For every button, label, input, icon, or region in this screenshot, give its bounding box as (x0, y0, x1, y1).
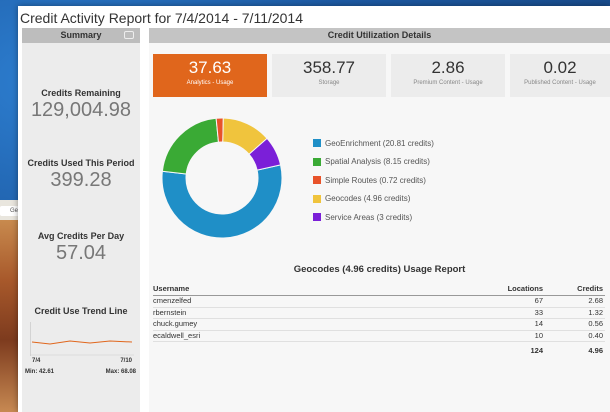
usage-table: Username Locations Credits cmenzelfed 67… (153, 282, 605, 357)
cell-total-credits: 4.96 (588, 346, 603, 355)
cell-username: cmenzelfed (153, 296, 192, 305)
cell-username: chuck.gumey (153, 319, 198, 328)
cell-locations: 10 (534, 330, 543, 340)
credits-used: Credits Used This Period 399.28 (22, 158, 140, 192)
cell-credits: 1.32 (588, 307, 603, 317)
metric-label: Credits Used This Period (27, 158, 135, 168)
legend-item-service-areas[interactable]: Service Areas (3 credits) (313, 208, 434, 227)
cell-credits: 0.40 (588, 330, 603, 340)
donut-slice-geoenrichment[interactable] (161, 164, 283, 239)
metric-value: 399.28 (50, 169, 112, 191)
tile-value: 2.86 (431, 58, 465, 77)
metric-value: 57.04 (55, 242, 107, 264)
legend-item-geoenrichment[interactable]: GeoEnrichment (20.81 credits) (313, 134, 434, 153)
summary-header: Summary (22, 28, 140, 43)
cell-username: ecaldwell_esri (153, 330, 201, 340)
summary-header-label: Summary (60, 30, 102, 40)
report-title: Credit Activity Report for 7/4/2014 - 7/… (20, 10, 304, 26)
tile-value: 358.77 (303, 58, 355, 77)
table-header-row: Username Locations Credits (153, 282, 605, 296)
legend-swatch (313, 194, 321, 203)
storage-tile[interactable]: 358.77 Storage (272, 54, 386, 97)
credit-usage-donut-chart (161, 117, 283, 239)
utilization-panel: Credit Utilization Details 37.63 Analyti… (149, 28, 610, 412)
avg-credits-per-day: Avg Credits Per Day 57.04 (22, 231, 140, 265)
tile-label: Premium Content - Usage (413, 80, 483, 86)
donut-slice-spatial-analysis[interactable] (161, 117, 220, 175)
table-row: rbernstein 33 1.32 (153, 307, 605, 319)
trend-min: Min: 42.61 (25, 369, 55, 375)
summary-panel: Summary Credits Remaining 129,004.98 Cre… (22, 28, 140, 412)
column-header-credits[interactable]: Credits (543, 282, 605, 295)
published-content-tile[interactable]: 0.02 Published Content - Usage (510, 54, 610, 97)
cell-credits: 0.56 (588, 319, 603, 328)
cell-locations: 67 (534, 296, 543, 305)
credits-remaining: Credits Remaining 129,004.98 (22, 88, 140, 122)
premium-content-tile[interactable]: 2.86 Premium Content - Usage (391, 54, 505, 97)
metric-label: Credits Remaining (41, 88, 121, 98)
donut-legend: GeoEnrichment (20.81 credits) Spatial An… (313, 134, 434, 227)
usage-report-title: Geocodes (4.96 credits) Usage Report (293, 264, 466, 275)
trend-start-label: 7/4 (32, 358, 41, 364)
tile-label: Analytics - Usage (186, 80, 234, 86)
cell-total-label (153, 346, 463, 357)
legend-item-geocodes[interactable]: Geocodes (4.96 credits) (313, 190, 434, 209)
tile-label: Published Content - Usage (524, 80, 596, 86)
credit-report-window: Credit Activity Report for 7/4/2014 - 7/… (18, 6, 610, 412)
utilization-header: Credit Utilization Details (149, 28, 610, 43)
legend-label: Service Areas (3 credits) (325, 212, 413, 222)
cell-credits: 2.68 (588, 296, 603, 305)
trend-max: Max: 68.08 (105, 369, 136, 375)
legend-label: GeoEnrichment (20.81 credits) (325, 138, 434, 148)
legend-label: Simple Routes (0.72 credits) (325, 175, 426, 185)
trend-line (31, 340, 133, 345)
tile-value: 0.02 (543, 58, 577, 77)
column-header-locations[interactable]: Locations (463, 282, 543, 295)
cell-total-locations: 124 (530, 346, 543, 355)
table-row: chuck.gumey 14 0.56 (153, 319, 605, 331)
legend-swatch (313, 139, 321, 148)
legend-swatch (313, 176, 321, 185)
tile-label: Storage (318, 80, 340, 86)
trend-line-chart (30, 322, 134, 356)
legend-swatch (313, 213, 321, 222)
legend-item-spatial-analysis[interactable]: Spatial Analysis (8.15 credits) (313, 153, 434, 172)
metric-value: 129,004.98 (30, 99, 132, 121)
legend-item-simple-routes[interactable]: Simple Routes (0.72 credits) (313, 171, 434, 190)
tile-value: 37.63 (188, 58, 232, 77)
comment-icon[interactable] (124, 31, 134, 39)
metric-label: Avg Credits Per Day (37, 231, 125, 241)
cell-username: rbernstein (153, 307, 187, 317)
analytics-usage-tile[interactable]: 37.63 Analytics - Usage (153, 54, 267, 97)
table-row: cmenzelfed 67 2.68 (153, 296, 605, 308)
cell-locations: 14 (534, 319, 543, 328)
column-header-username[interactable]: Username (153, 282, 463, 295)
cell-locations: 33 (534, 307, 543, 317)
trend-end-label: 7/10 (120, 358, 132, 364)
legend-swatch (313, 157, 321, 166)
table-row: ecaldwell_esri 10 0.40 (153, 330, 605, 342)
trend-line-label: Credit Use Trend Line (34, 306, 128, 316)
legend-label: Geocodes (4.96 credits) (325, 194, 411, 204)
legend-label: Spatial Analysis (8.15 credits) (325, 157, 430, 167)
table-totals-row: 124 4.96 (153, 346, 605, 357)
